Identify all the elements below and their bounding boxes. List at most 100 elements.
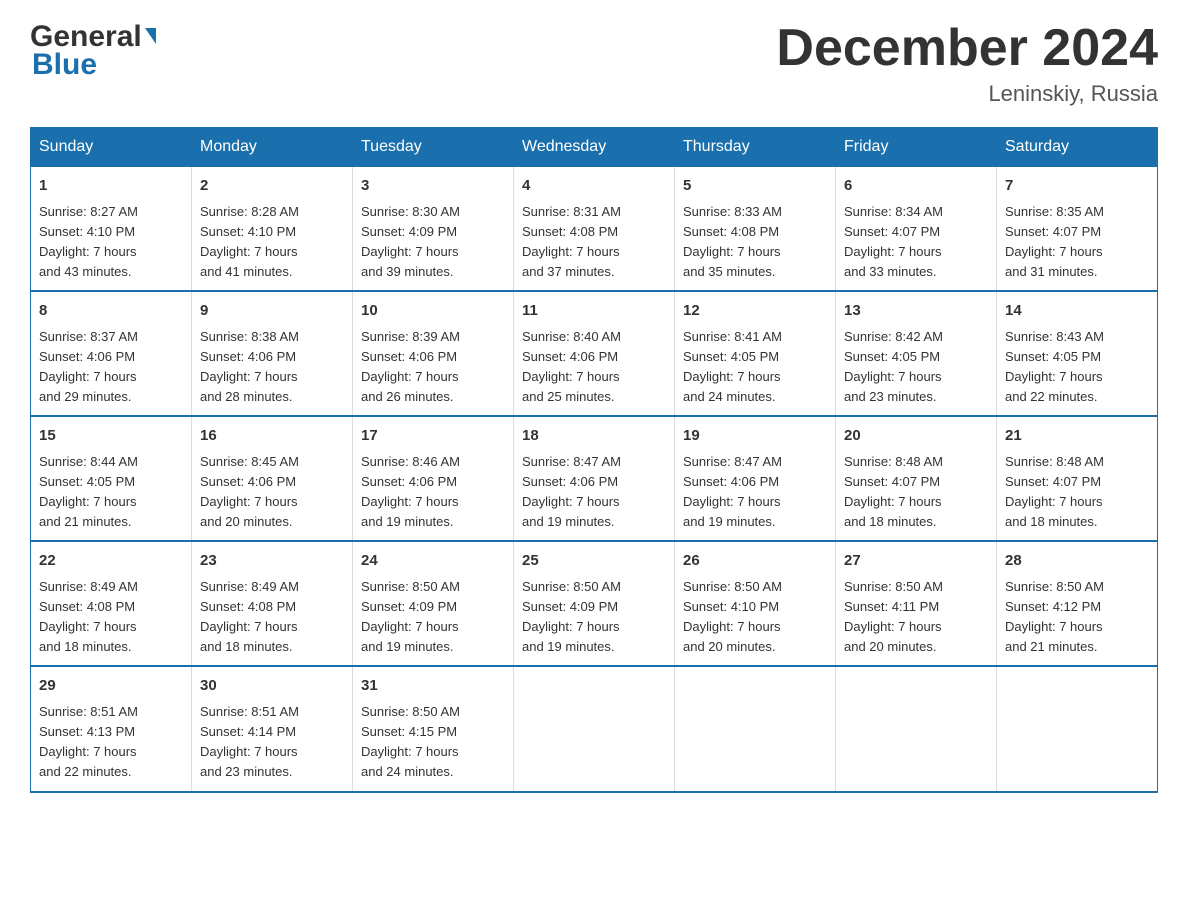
table-row: 19 Sunrise: 8:47 AMSunset: 4:06 PMDayligh…: [675, 416, 836, 541]
table-row: 5 Sunrise: 8:33 AMSunset: 4:08 PMDaylight…: [675, 167, 836, 292]
day-number: 15: [39, 425, 183, 448]
day-info: Sunrise: 8:49 AMSunset: 4:08 PMDaylight:…: [200, 579, 299, 654]
location: Leninskiy, Russia: [776, 81, 1158, 107]
day-number: 17: [361, 425, 505, 448]
day-info: Sunrise: 8:37 AMSunset: 4:06 PMDaylight:…: [39, 329, 138, 404]
day-number: 11: [522, 300, 666, 323]
day-info: Sunrise: 8:48 AMSunset: 4:07 PMDaylight:…: [1005, 454, 1104, 529]
col-thursday: Thursday: [675, 128, 836, 167]
day-number: 14: [1005, 300, 1149, 323]
calendar-table: Sunday Monday Tuesday Wednesday Thursday…: [30, 127, 1158, 792]
table-row: 29Sunrise: 8:51 AMSunset: 4:13 PMDayligh…: [31, 666, 192, 791]
table-row: 18 Sunrise: 8:47 AMSunset: 4:06 PMDayligh…: [514, 416, 675, 541]
table-row: 22 Sunrise: 8:49 AMSunset: 4:08 PMDayligh…: [31, 541, 192, 666]
day-number: 31: [361, 675, 505, 698]
day-number: 1: [39, 175, 183, 198]
logo: General Blue: [30, 20, 156, 82]
col-sunday: Sunday: [31, 128, 192, 167]
day-number: 10: [361, 300, 505, 323]
table-row: 4Sunrise: 8:31 AMSunset: 4:08 PMDaylight…: [514, 167, 675, 292]
col-wednesday: Wednesday: [514, 128, 675, 167]
day-info: Sunrise: 8:42 AMSunset: 4:05 PMDaylight:…: [844, 329, 943, 404]
day-info: Sunrise: 8:38 AMSunset: 4:06 PMDaylight:…: [200, 329, 299, 404]
day-number: 20: [844, 425, 988, 448]
table-row: 27Sunrise: 8:50 AMSunset: 4:11 PMDayligh…: [836, 541, 997, 666]
day-number: 9: [200, 300, 344, 323]
day-number: 28: [1005, 550, 1149, 573]
day-info: Sunrise: 8:50 AMSunset: 4:09 PMDaylight:…: [361, 579, 460, 654]
table-row: 21 Sunrise: 8:48 AMSunset: 4:07 PMDayligh…: [997, 416, 1158, 541]
table-row: 3 Sunrise: 8:30 AMSunset: 4:09 PMDaylight…: [353, 167, 514, 292]
day-info: Sunrise: 8:46 AMSunset: 4:06 PMDaylight:…: [361, 454, 460, 529]
table-row: 6Sunrise: 8:34 AMSunset: 4:07 PMDaylight…: [836, 167, 997, 292]
day-info: Sunrise: 8:47 AMSunset: 4:06 PMDaylight:…: [683, 454, 782, 529]
day-info: Sunrise: 8:28 AMSunset: 4:10 PMDaylight:…: [200, 204, 299, 279]
page-header: General Blue December 2024 Leninskiy, Ru…: [30, 20, 1158, 107]
day-info: Sunrise: 8:48 AMSunset: 4:07 PMDaylight:…: [844, 454, 943, 529]
table-row: 2 Sunrise: 8:28 AMSunset: 4:10 PMDaylight…: [192, 167, 353, 292]
day-info: Sunrise: 8:47 AMSunset: 4:06 PMDaylight:…: [522, 454, 621, 529]
calendar-header-row: Sunday Monday Tuesday Wednesday Thursday…: [31, 128, 1158, 167]
table-row: 31 Sunrise: 8:50 AMSunset: 4:15 PMDayligh…: [353, 666, 514, 791]
day-number: 25: [522, 550, 666, 573]
table-row: 12Sunrise: 8:41 AMSunset: 4:05 PMDayligh…: [675, 291, 836, 416]
day-number: 8: [39, 300, 183, 323]
day-number: 16: [200, 425, 344, 448]
title-block: December 2024 Leninskiy, Russia: [776, 20, 1158, 107]
day-info: Sunrise: 8:50 AMSunset: 4:09 PMDaylight:…: [522, 579, 621, 654]
day-number: 13: [844, 300, 988, 323]
table-row: 16 Sunrise: 8:45 AMSunset: 4:06 PMDayligh…: [192, 416, 353, 541]
day-info: Sunrise: 8:33 AMSunset: 4:08 PMDaylight:…: [683, 204, 782, 279]
col-friday: Friday: [836, 128, 997, 167]
day-info: Sunrise: 8:31 AMSunset: 4:08 PMDaylight:…: [522, 204, 621, 279]
month-title: December 2024: [776, 20, 1158, 77]
day-number: 26: [683, 550, 827, 573]
table-row: 9 Sunrise: 8:38 AMSunset: 4:06 PMDaylight…: [192, 291, 353, 416]
day-number: 21: [1005, 425, 1149, 448]
logo-triangle-icon: [145, 28, 156, 44]
table-row: 8 Sunrise: 8:37 AMSunset: 4:06 PMDaylight…: [31, 291, 192, 416]
table-row: 13 Sunrise: 8:42 AMSunset: 4:05 PMDayligh…: [836, 291, 997, 416]
col-monday: Monday: [192, 128, 353, 167]
table-row: 17 Sunrise: 8:46 AMSunset: 4:06 PMDayligh…: [353, 416, 514, 541]
day-info: Sunrise: 8:35 AMSunset: 4:07 PMDaylight:…: [1005, 204, 1104, 279]
day-number: 24: [361, 550, 505, 573]
day-number: 19: [683, 425, 827, 448]
day-number: 6: [844, 175, 988, 198]
day-info: Sunrise: 8:30 AMSunset: 4:09 PMDaylight:…: [361, 204, 460, 279]
table-row: 30 Sunrise: 8:51 AMSunset: 4:14 PMDayligh…: [192, 666, 353, 791]
day-number: 30: [200, 675, 344, 698]
table-row: [836, 666, 997, 791]
col-saturday: Saturday: [997, 128, 1158, 167]
day-number: 22: [39, 550, 183, 573]
day-info: Sunrise: 8:39 AMSunset: 4:06 PMDaylight:…: [361, 329, 460, 404]
day-number: 23: [200, 550, 344, 573]
day-number: 5: [683, 175, 827, 198]
day-info: Sunrise: 8:27 AMSunset: 4:10 PMDaylight:…: [39, 204, 138, 279]
table-row: 25 Sunrise: 8:50 AMSunset: 4:09 PMDayligh…: [514, 541, 675, 666]
day-info: Sunrise: 8:51 AMSunset: 4:13 PMDaylight:…: [39, 704, 138, 779]
day-info: Sunrise: 8:50 AMSunset: 4:12 PMDaylight:…: [1005, 579, 1104, 654]
table-row: 24 Sunrise: 8:50 AMSunset: 4:09 PMDayligh…: [353, 541, 514, 666]
day-info: Sunrise: 8:41 AMSunset: 4:05 PMDaylight:…: [683, 329, 782, 404]
table-row: 15 Sunrise: 8:44 AMSunset: 4:05 PMDayligh…: [31, 416, 192, 541]
table-row: 26Sunrise: 8:50 AMSunset: 4:10 PMDayligh…: [675, 541, 836, 666]
day-number: 3: [361, 175, 505, 198]
table-row: 7 Sunrise: 8:35 AMSunset: 4:07 PMDaylight…: [997, 167, 1158, 292]
day-number: 18: [522, 425, 666, 448]
table-row: 10 Sunrise: 8:39 AMSunset: 4:06 PMDayligh…: [353, 291, 514, 416]
day-info: Sunrise: 8:50 AMSunset: 4:11 PMDaylight:…: [844, 579, 943, 654]
table-row: 1 Sunrise: 8:27 AMSunset: 4:10 PMDaylight…: [31, 167, 192, 292]
table-row: 23 Sunrise: 8:49 AMSunset: 4:08 PMDayligh…: [192, 541, 353, 666]
day-info: Sunrise: 8:51 AMSunset: 4:14 PMDaylight:…: [200, 704, 299, 779]
table-row: [997, 666, 1158, 791]
day-info: Sunrise: 8:44 AMSunset: 4:05 PMDaylight:…: [39, 454, 138, 529]
day-info: Sunrise: 8:45 AMSunset: 4:06 PMDaylight:…: [200, 454, 299, 529]
day-info: Sunrise: 8:43 AMSunset: 4:05 PMDaylight:…: [1005, 329, 1104, 404]
day-number: 7: [1005, 175, 1149, 198]
logo-blue-text: Blue: [32, 48, 97, 82]
day-info: Sunrise: 8:49 AMSunset: 4:08 PMDaylight:…: [39, 579, 138, 654]
table-row: 20 Sunrise: 8:48 AMSunset: 4:07 PMDayligh…: [836, 416, 997, 541]
day-info: Sunrise: 8:50 AMSunset: 4:15 PMDaylight:…: [361, 704, 460, 779]
day-number: 2: [200, 175, 344, 198]
